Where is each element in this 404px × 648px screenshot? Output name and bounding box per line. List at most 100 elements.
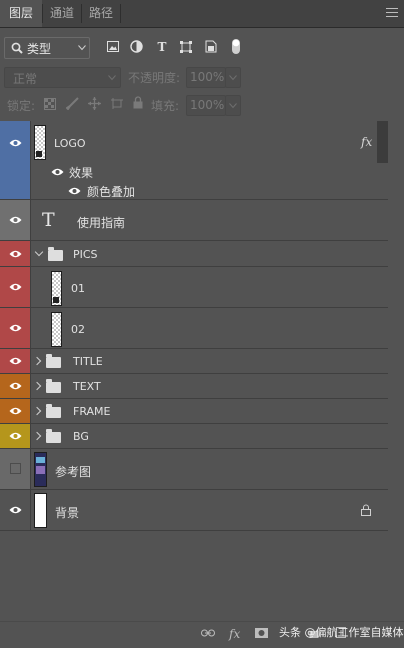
layer-name[interactable]: TITLE [73,355,103,368]
chevron-right-icon[interactable] [32,356,42,366]
layer-group-text[interactable]: TEXT [0,374,388,399]
shape-filter-icon[interactable] [180,41,192,53]
layer-name[interactable]: 使用指南 [77,214,125,231]
layer-row-background[interactable]: 背景 [0,490,388,531]
visibility-toggle[interactable] [0,374,31,398]
layer-row-usage-guide[interactable]: T 使用指南 [0,200,388,241]
layer-row-reference[interactable]: 参考图 [0,449,388,490]
eye-icon [9,382,22,390]
filter-kind-select[interactable]: 类型 [4,37,90,59]
layer-group-pics[interactable]: PICS [0,241,388,267]
opacity-value: 100% [190,70,225,84]
visibility-toggle[interactable] [0,267,31,307]
hidden-visibility-box [10,463,21,474]
chevron-down-icon [108,75,116,81]
opacity-label: 不透明度: [128,71,181,85]
chevron-down-icon [78,45,86,51]
chevron-right-icon[interactable] [32,431,42,441]
layer-thumbnail [51,312,62,347]
blend-mode-select[interactable]: 正常 [4,67,121,88]
layer-name[interactable]: PICS [73,248,98,261]
eye-icon [9,324,22,332]
fill-field[interactable]: 100% [186,95,226,116]
mask-icon[interactable] [255,628,268,638]
visibility-toggle[interactable] [0,399,31,423]
fill-dropdown[interactable] [225,95,241,116]
opacity-dropdown[interactable] [225,67,241,88]
lock-image-pixels-icon[interactable] [66,97,79,110]
eye-icon[interactable] [68,187,81,195]
eye-icon [9,283,22,291]
tab-paths[interactable]: 路径 [82,0,120,27]
folder-icon [46,404,61,418]
layer-group-bg[interactable]: BG [0,424,388,449]
tab-layers[interactable]: 图层 [0,0,42,27]
chevron-down-icon [229,75,237,81]
image-filter-icon[interactable] [107,41,119,52]
watermark-text: 头条 @偏航工作室自媒体 [279,626,404,639]
chevron-right-icon[interactable] [32,406,42,416]
layer-group-frame[interactable]: FRAME [0,399,388,424]
smart-object-filter-icon[interactable] [205,40,217,53]
layer-name[interactable]: LOGO [54,137,86,150]
layer-name[interactable]: 01 [71,282,85,295]
visibility-toggle[interactable] [0,308,31,348]
layer-thumbnail [34,452,47,487]
blend-mode-value: 正常 [13,72,38,86]
eye-icon [9,139,22,147]
effects-label: 效果 [69,166,94,180]
effect-color-overlay[interactable]: 颜色叠加 [87,183,135,200]
visibility-toggle[interactable] [0,490,31,530]
layer-name[interactable]: TEXT [73,380,101,393]
layer-row-01[interactable]: 01 [0,267,388,308]
text-layer-icon: T [42,209,55,231]
link-layers-icon[interactable] [201,629,215,637]
text-filter-icon[interactable]: T [155,40,169,54]
adjustment-filter-icon[interactable] [130,40,143,53]
layers-scrollbar-thumb[interactable] [377,121,388,163]
lock-icon [361,504,371,516]
panel-menu-icon[interactable] [386,8,398,20]
eye-icon [9,432,22,440]
layer-name[interactable]: 背景 [55,504,79,521]
layer-name[interactable]: 02 [71,323,85,336]
fx-badge[interactable]: fx [361,135,372,149]
layer-thumbnail [34,493,47,528]
layers-list: LOGO fx 效果 颜色叠加 T 使用指南 PICS 01 02 TITLE … [0,121,388,531]
visibility-toggle[interactable] [0,241,31,266]
smart-object-badge [53,297,59,303]
layer-name[interactable]: FRAME [73,405,111,418]
fill-label: 填充: [151,99,180,113]
layers-scrollbar-track[interactable] [388,121,404,621]
visibility-toggle[interactable] [0,424,31,448]
folder-icon [46,354,61,368]
visibility-toggle[interactable] [0,349,31,373]
lock-artboard-icon[interactable] [110,97,124,110]
tab-channels[interactable]: 通道 [43,0,81,27]
layer-name[interactable]: 参考图 [55,463,91,480]
eye-icon [9,407,22,415]
lock-label: 锁定: [7,99,36,113]
chevron-down-icon [229,103,237,109]
eye-icon [9,250,22,258]
layer-name[interactable]: BG [73,430,89,443]
lock-all-icon[interactable] [133,96,143,109]
visibility-toggle[interactable] [0,200,31,240]
folder-icon [46,379,61,393]
lock-position-icon[interactable] [88,97,101,110]
visibility-toggle[interactable] [0,449,31,489]
layer-row-02[interactable]: 02 [0,308,388,349]
layer-group-title[interactable]: TITLE [0,349,388,374]
opacity-field[interactable]: 100% [186,67,226,88]
fx-icon[interactable]: fx [229,628,240,640]
chevron-down-icon[interactable] [34,247,44,257]
folder-icon [48,247,63,261]
lock-transparency-icon[interactable] [44,98,56,110]
eye-icon[interactable] [51,168,64,176]
chevron-right-icon[interactable] [32,381,42,391]
layer-row-logo[interactable]: LOGO fx 效果 颜色叠加 [0,121,388,200]
visibility-toggle[interactable] [0,121,31,199]
filter-toggle-icon[interactable] [231,38,241,55]
search-icon [11,42,23,54]
eye-icon [9,357,22,365]
